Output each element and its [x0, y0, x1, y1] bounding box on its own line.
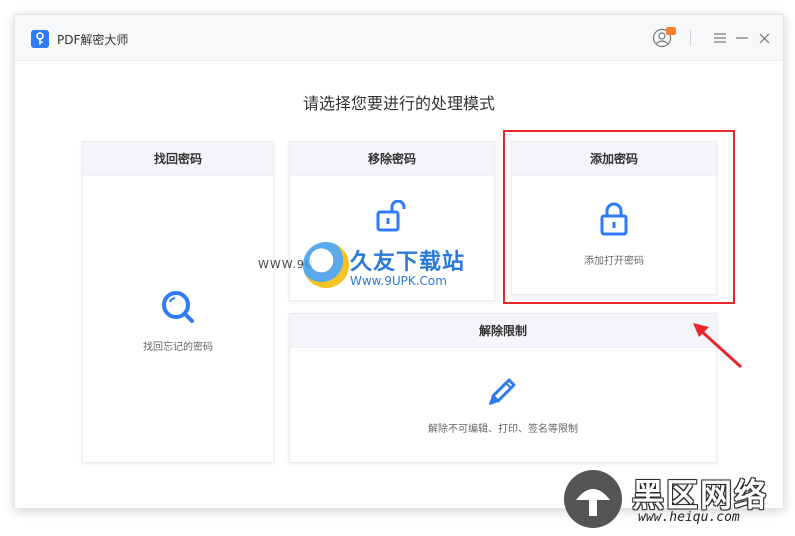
remove-password-title: 移除密码 — [290, 142, 494, 176]
title-bar: PDF解密大师 — [15, 15, 783, 61]
toolbar-divider — [690, 30, 691, 46]
menu-icon[interactable] — [713, 31, 727, 45]
key-icon — [31, 30, 49, 48]
minimize-icon[interactable] — [735, 31, 749, 45]
watermark-logo-icon — [303, 242, 349, 288]
mushroom-logo-icon — [564, 470, 622, 528]
close-icon[interactable] — [757, 31, 771, 45]
watermark-name: 久友下载站 — [350, 250, 466, 275]
remove-restrictions-card[interactable]: 解除限制 解除不可编辑、打印、签名等限制 — [289, 313, 717, 463]
user-account-icon[interactable] — [652, 27, 676, 48]
page-title: 请选择您要进行的处理模式 — [302, 94, 495, 113]
find-password-title: 找回密码 — [83, 142, 273, 176]
pencil-icon — [485, 372, 521, 412]
watermark-url: Www.9UPK.Com — [350, 274, 447, 288]
search-icon — [161, 290, 195, 328]
find-password-card[interactable]: 找回密码 找回忘记的密码 — [82, 141, 274, 463]
remove-restrictions-desc: 解除不可编辑、打印、签名等限制 — [428, 424, 578, 435]
app-title: PDF解密大师 — [57, 33, 129, 47]
watermark2-url: www.heiqu.com — [638, 510, 740, 525]
highlight-box — [503, 130, 735, 304]
vip-badge-icon — [666, 27, 676, 35]
remove-restrictions-title: 解除限制 — [290, 314, 716, 348]
watermark-heiqu: 黑区网络 www.heiqu.com — [560, 468, 790, 530]
find-password-desc: 找回忘记的密码 — [143, 342, 213, 353]
annotation-arrow-icon — [693, 323, 743, 369]
watermark-9upk: WWW.9U 久友下载站 Www.9UPK.Com — [258, 240, 488, 292]
unlock-icon — [375, 199, 409, 236]
